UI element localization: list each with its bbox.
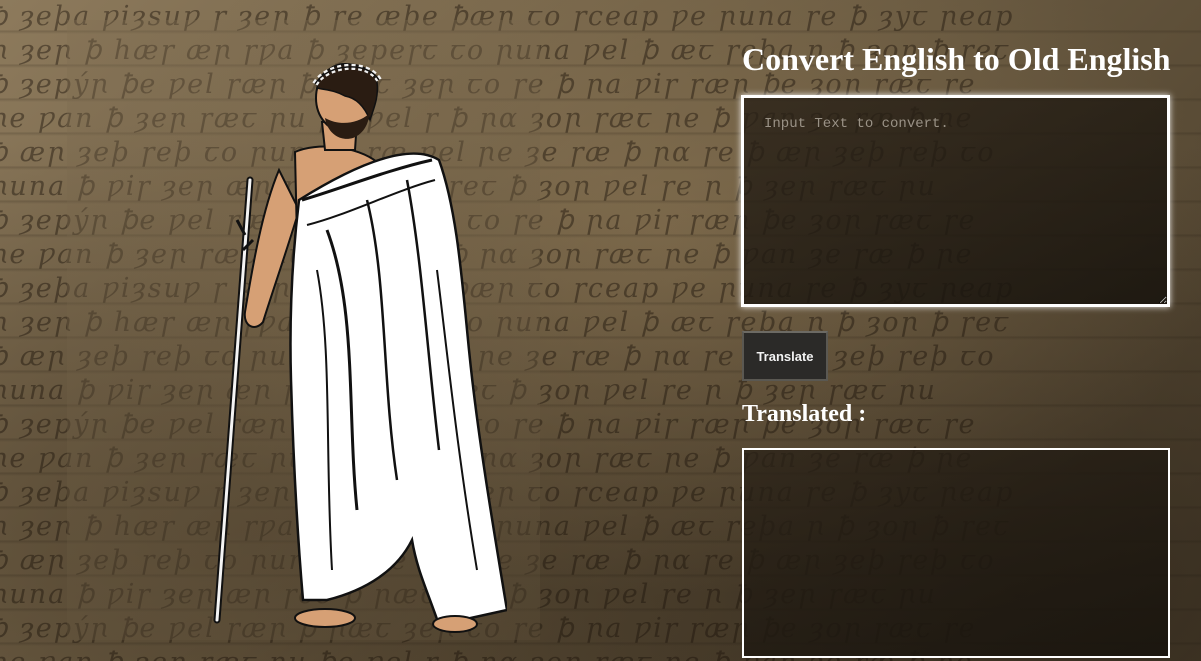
input-textarea[interactable] bbox=[741, 95, 1170, 307]
toga-figure-icon bbox=[213, 63, 507, 633]
page-title: Convert English to Old English bbox=[742, 41, 1171, 77]
translated-heading: Translated : bbox=[742, 401, 867, 427]
illustration-panel bbox=[67, 20, 540, 640]
translate-button[interactable]: Translate bbox=[742, 331, 828, 381]
output-area bbox=[742, 448, 1170, 658]
converter-panel: Convert English to Old English Translate… bbox=[741, 20, 1171, 661]
